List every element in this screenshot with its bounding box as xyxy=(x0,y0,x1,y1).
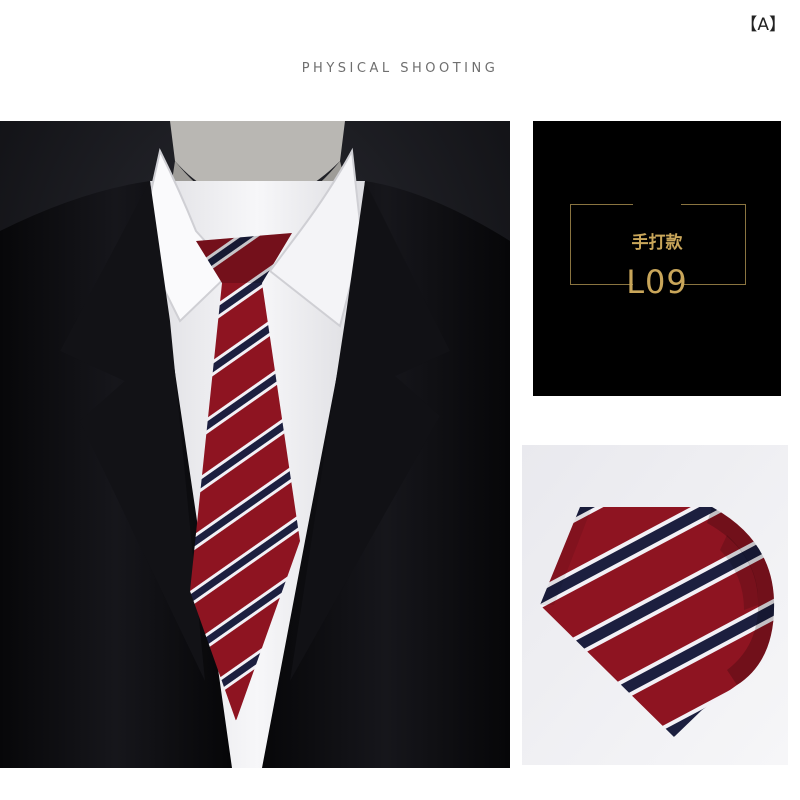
style-code-panel: 手打款 L09 xyxy=(533,121,781,396)
style-label: 手打款 xyxy=(631,233,683,253)
page-title: PHYSICAL SHOOTING xyxy=(301,61,499,76)
tie-detail-photo xyxy=(522,445,788,765)
main-product-photo xyxy=(0,121,510,768)
corner-tag: 【A】 xyxy=(740,15,786,35)
style-code: L09 xyxy=(626,263,688,301)
